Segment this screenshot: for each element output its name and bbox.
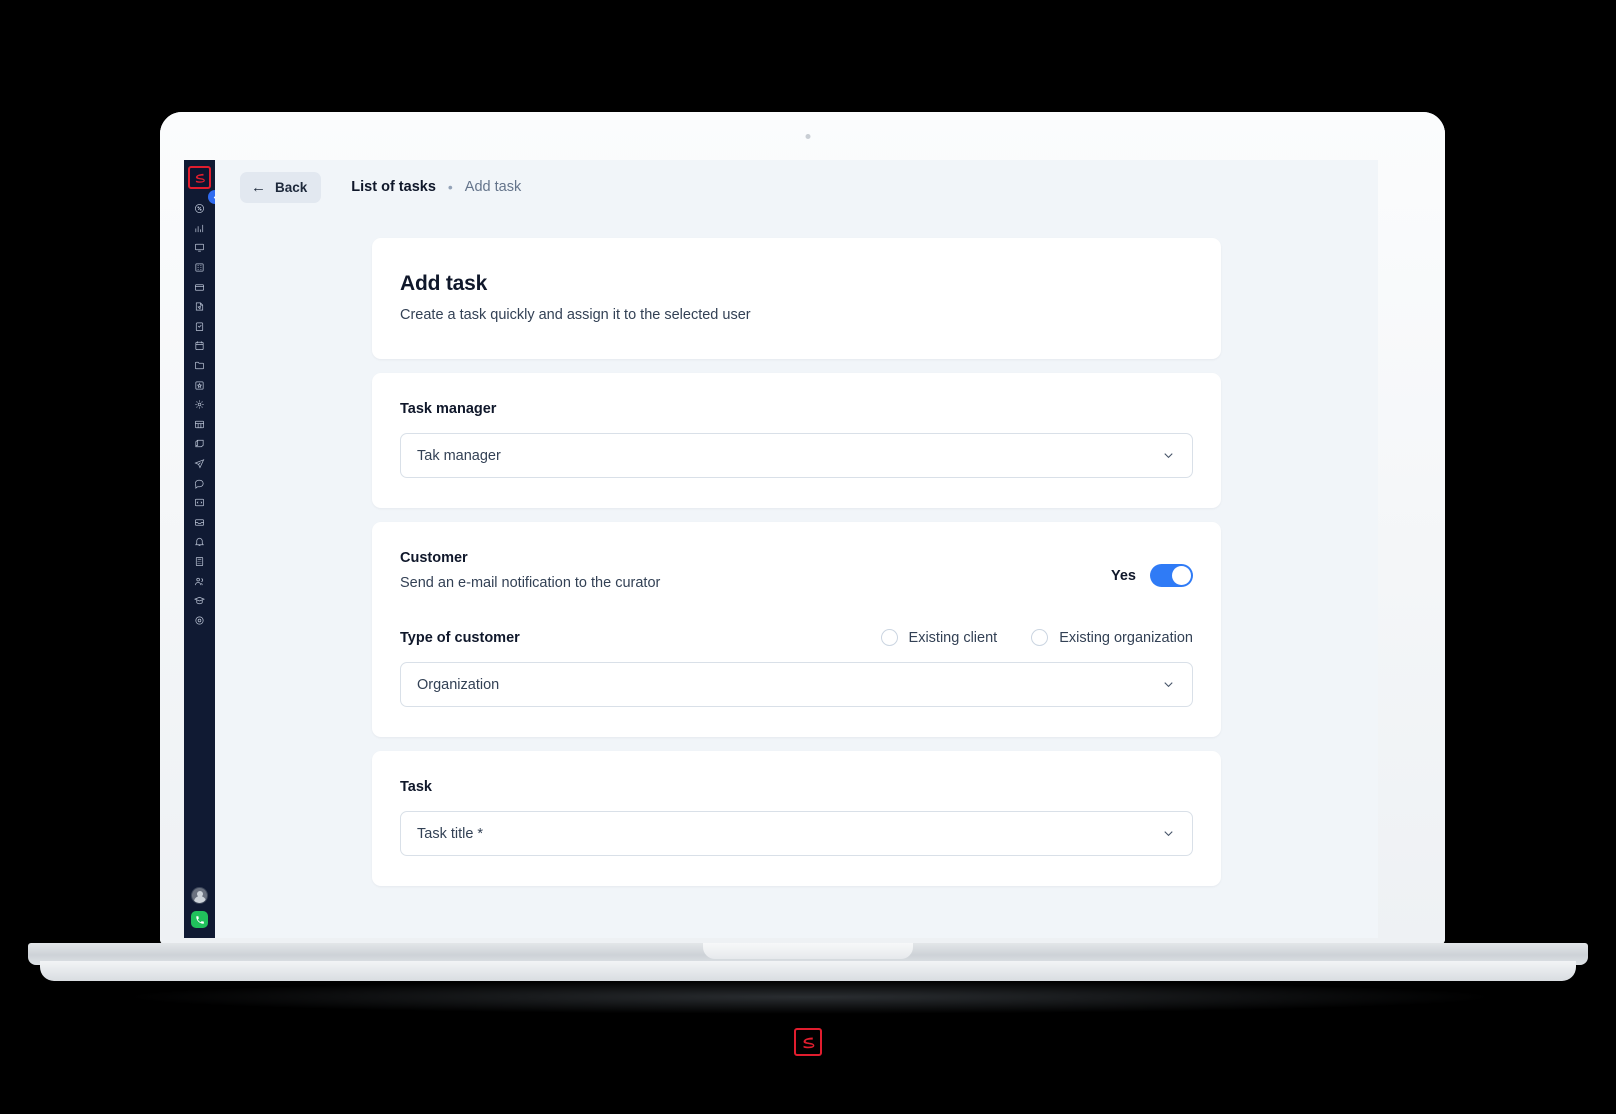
task-manager-card: Task manager Tak manager [372,373,1221,508]
chevron-down-icon [1161,677,1176,692]
sidebar-item-company[interactable] [184,258,215,278]
breadcrumb: List of tasks • Add task [351,179,521,195]
page-canvas: Add task Create a task quickly and assig… [215,214,1378,938]
organization-select[interactable]: Organization [400,662,1193,707]
customer-type-radio-group: Existing client Existing organization [880,629,1193,646]
sidebar-item-notifications[interactable] [184,532,215,552]
sidebar-item-desktop[interactable] [184,238,215,258]
page-header-card: Add task Create a task quickly and assig… [372,238,1221,359]
sidebar-item-products[interactable] [184,375,215,395]
radio-existing-organization-label: Existing organization [1059,629,1193,646]
sidebar-item-calculator[interactable] [184,552,215,572]
email-notification-toggle-group: Yes [1111,550,1193,587]
chevron-down-icon [1161,826,1176,841]
task-card: Task Task title * [372,751,1221,886]
sidebar-item-users[interactable] [184,571,215,591]
back-button-label: Back [275,179,308,195]
task-manager-select-value: Tak manager [417,447,501,464]
breadcrumb-separator: • [447,179,453,195]
sidebar-item-configuration[interactable] [184,395,215,415]
radio-existing-client[interactable]: Existing client [880,629,998,646]
customer-info: Customer Send an e-mail notification to … [400,550,660,591]
toggle-state-label: Yes [1111,567,1136,584]
sidebar-nav [184,199,215,630]
customer-description: Send an e-mail notification to the curat… [400,575,661,591]
s-logo[interactable] [188,166,211,189]
sidebar-item-cards[interactable] [184,277,215,297]
task-manager-label: Task manager [400,401,497,417]
sidebar-item-settings[interactable] [184,610,215,630]
page-title: Add task [400,272,488,295]
arrow-left-icon: ← [251,178,266,196]
sidebar-item-analytics[interactable] [184,219,215,239]
sidebar-item-files[interactable] [184,356,215,376]
customer-card: Customer Send an e-mail notification to … [372,522,1221,737]
breadcrumb-current: Add task [464,179,522,195]
sidebar-item-chat[interactable] [184,473,215,493]
radio-existing-organization[interactable]: Existing organization [1031,629,1193,646]
radio-circle-icon [880,629,898,646]
support-phone-icon[interactable] [191,911,208,928]
sidebar-item-documents[interactable] [184,297,215,317]
back-button[interactable]: ← Back [240,171,322,203]
sidebar-item-code[interactable] [184,493,215,513]
s-logo-watermark [794,1028,822,1056]
webcam-dot [805,134,811,139]
radio-circle-icon [1031,629,1049,646]
sidebar-item-learning[interactable] [184,591,215,611]
breadcrumb-parent[interactable]: List of tasks [351,179,436,195]
laptop-base-notch [703,943,913,959]
app-sidebar [184,160,222,938]
page-subtitle: Create a task quickly and assign it to t… [400,307,751,323]
task-label: Task [400,779,432,795]
sidebar-item-inbox[interactable] [184,513,215,533]
sidebar-item-send[interactable] [184,454,215,474]
sidebar-item-tables[interactable] [184,415,215,435]
sidebar-item-calendar[interactable] [184,336,215,356]
top-bar: ← Back List of tasks • Add task [215,160,1378,214]
customer-title: Customer [400,550,468,566]
task-manager-select[interactable]: Tak manager [400,433,1193,478]
radio-existing-client-label: Existing client [908,629,998,646]
task-title-select-value: Task title * [417,825,484,842]
screenshot-stage: ← Back List of tasks • Add task Add task… [0,0,1616,1114]
organization-select-value: Organization [417,676,500,693]
sidebar-item-tasks[interactable] [184,317,215,337]
laptop-shadow [120,980,1500,1014]
laptop-screen: ← Back List of tasks • Add task Add task… [184,160,1378,938]
toggle-knob [1172,566,1191,585]
sidebar-item-archive[interactable] [184,434,215,454]
laptop-foot [40,961,1576,981]
email-notification-toggle[interactable] [1150,564,1193,587]
type-of-customer-label: Type of customer [400,629,520,646]
task-title-select[interactable]: Task title * [400,811,1193,856]
sidebar-bottom [184,887,215,928]
chevron-down-icon [1161,448,1176,463]
user-avatar[interactable] [191,887,208,904]
